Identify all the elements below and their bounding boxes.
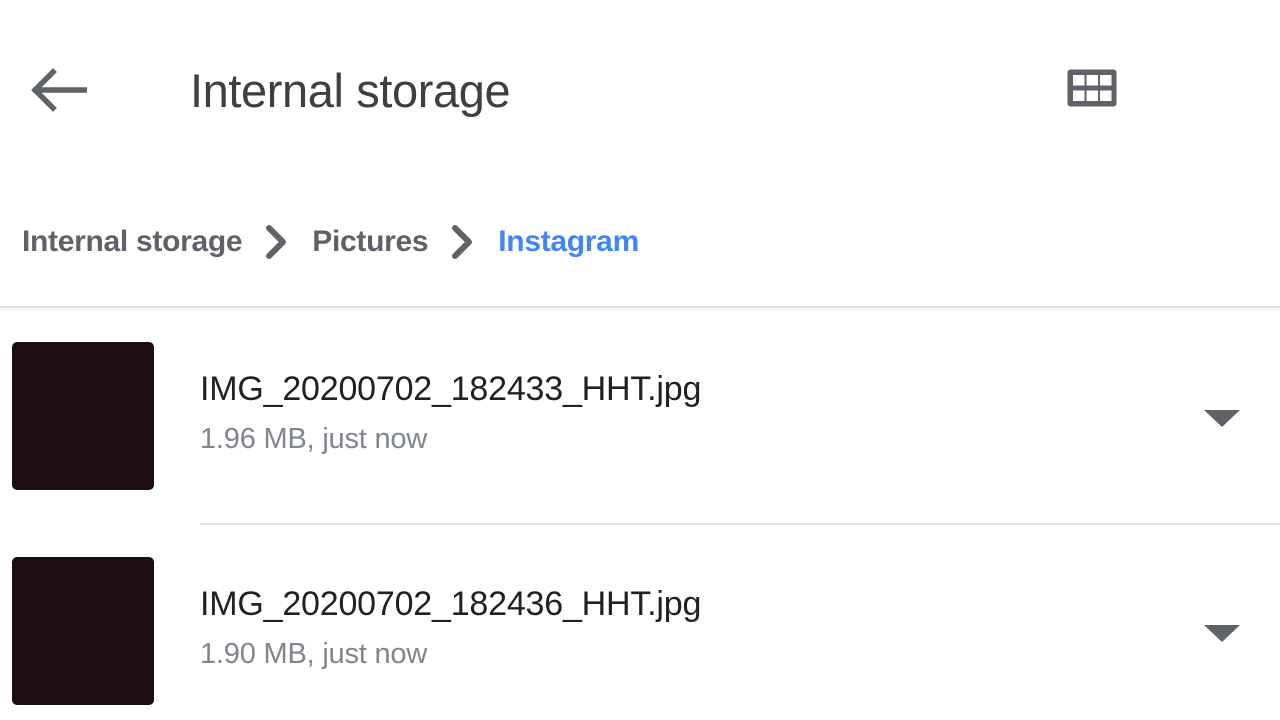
grid-view-button[interactable] bbox=[1050, 52, 1134, 128]
page-title: Internal storage bbox=[190, 63, 511, 117]
breadcrumb-item-pictures[interactable]: Pictures bbox=[312, 225, 428, 259]
chevron-right-icon bbox=[264, 224, 290, 260]
breadcrumb-item-instagram[interactable]: Instagram bbox=[498, 225, 639, 259]
row-menu-button[interactable] bbox=[1186, 607, 1258, 659]
files-app-screen: Internal storage Internal storage Pictur… bbox=[0, 0, 1280, 720]
breadcrumb: Internal storage Pictures Instagram bbox=[0, 206, 1280, 278]
file-name: IMG_20200702_182436_HHT.jpg bbox=[200, 585, 702, 623]
file-thumbnail[interactable] bbox=[12, 342, 154, 490]
app-bar: Internal storage bbox=[0, 0, 1280, 178]
back-button[interactable] bbox=[22, 54, 94, 126]
file-meta: 1.96 MB, just now bbox=[200, 423, 428, 455]
table-row[interactable]: IMG_20200702_182433_HHT.jpg 1.96 MB, jus… bbox=[0, 310, 1280, 525]
file-name: IMG_20200702_182433_HHT.jpg bbox=[200, 370, 702, 408]
chevron-right-icon bbox=[450, 224, 476, 260]
file-info: IMG_20200702_182433_HHT.jpg 1.96 MB, jus… bbox=[200, 366, 1160, 458]
breadcrumb-item-internal-storage[interactable]: Internal storage bbox=[22, 225, 243, 259]
row-menu-button[interactable] bbox=[1186, 392, 1258, 444]
file-info: IMG_20200702_182436_HHT.jpg 1.90 MB, jus… bbox=[200, 581, 1160, 673]
table-row[interactable]: IMG_20200702_182436_HHT.jpg 1.90 MB, jus… bbox=[0, 525, 1280, 720]
overflow-menu-button[interactable] bbox=[1192, 52, 1264, 128]
file-meta: 1.90 MB, just now bbox=[200, 638, 428, 670]
file-list[interactable]: IMG_20200702_182433_HHT.jpg 1.96 MB, jus… bbox=[0, 310, 1280, 720]
chevron-down-icon bbox=[1204, 409, 1240, 427]
arrow-back-icon bbox=[29, 67, 87, 113]
file-thumbnail[interactable] bbox=[12, 557, 154, 705]
grid-view-icon bbox=[1066, 66, 1118, 115]
chevron-down-icon bbox=[1204, 624, 1240, 642]
